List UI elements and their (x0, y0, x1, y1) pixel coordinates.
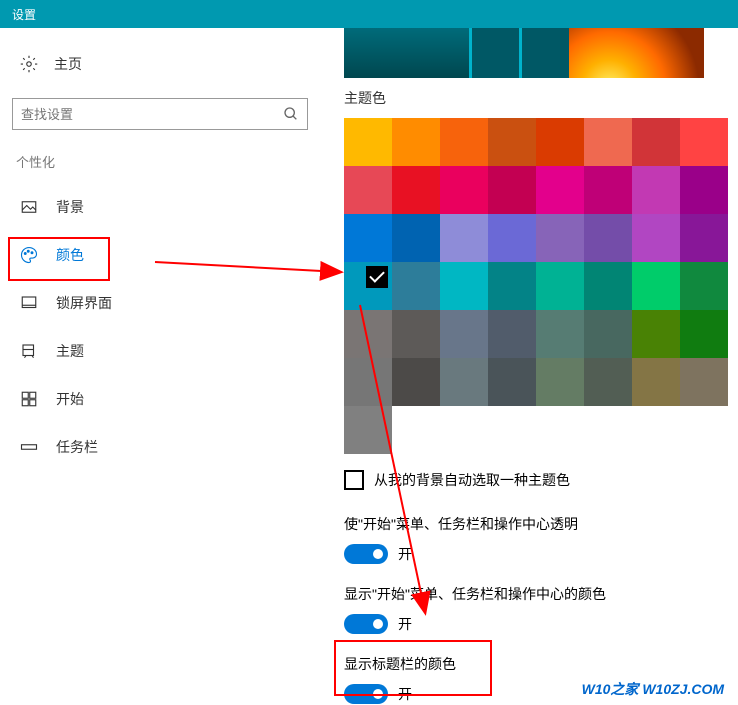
picture-icon (20, 198, 38, 216)
color-swatch[interactable] (632, 262, 680, 310)
nav-label: 开始 (56, 389, 84, 409)
color-swatch[interactable] (344, 310, 392, 358)
toggle-state: 开 (398, 684, 412, 704)
color-swatch[interactable] (488, 310, 536, 358)
theme-icon (20, 342, 38, 360)
search-field[interactable] (21, 107, 283, 122)
sidebar-item-start[interactable]: 开始 (10, 375, 310, 423)
sidebar: 主页 个性化 背景 颜色 锁屏界面 主题 开始 任务 (0, 28, 320, 705)
home-label: 主页 (54, 54, 82, 74)
start-icon (20, 390, 38, 408)
color-swatch[interactable] (536, 310, 584, 358)
accent-color-label: 主题色 (344, 88, 738, 108)
gear-icon (20, 55, 38, 73)
search-input[interactable] (12, 98, 308, 130)
color-swatch[interactable] (488, 262, 536, 310)
toggle-label: 显示标题栏的颜色 (344, 654, 738, 674)
color-swatch[interactable] (680, 214, 728, 262)
sidebar-item-background[interactable]: 背景 (10, 183, 310, 231)
watermark: W10之家 W10ZJ.COM (582, 679, 724, 699)
color-swatch[interactable] (584, 166, 632, 214)
color-swatch[interactable] (440, 310, 488, 358)
color-swatch[interactable] (392, 166, 440, 214)
color-swatch[interactable] (392, 262, 440, 310)
sidebar-item-themes[interactable]: 主题 (10, 327, 310, 375)
color-swatch[interactable] (536, 214, 584, 262)
taskbar-icon (20, 438, 38, 456)
color-swatch[interactable] (584, 118, 632, 166)
toggle-label: 使"开始"菜单、任务栏和操作中心透明 (344, 514, 738, 534)
sidebar-item-colors[interactable]: 颜色 (10, 231, 310, 279)
color-swatch[interactable] (488, 358, 536, 406)
color-swatch[interactable] (584, 214, 632, 262)
color-swatch[interactable] (440, 262, 488, 310)
category-label: 个性化 (10, 152, 310, 183)
main-panel: 主题色 从我的背景自动选取一种主题色 使"开始"菜单、任务栏和操作中心透明 开 … (320, 28, 738, 705)
palette-icon (20, 246, 38, 264)
color-swatch[interactable] (536, 262, 584, 310)
color-swatch[interactable] (584, 310, 632, 358)
color-swatch[interactable] (632, 310, 680, 358)
nav-label: 任务栏 (56, 437, 98, 457)
color-swatch[interactable] (632, 214, 680, 262)
toggle-state: 开 (398, 544, 412, 564)
color-swatch[interactable] (584, 358, 632, 406)
color-swatch[interactable] (344, 262, 392, 310)
color-swatch[interactable] (392, 310, 440, 358)
toggle-switch[interactable] (344, 614, 388, 634)
color-swatch[interactable] (488, 166, 536, 214)
search-icon (283, 106, 299, 122)
window-title: 设置 (12, 6, 36, 23)
checkbox-icon (344, 470, 364, 490)
color-swatch[interactable] (344, 358, 392, 406)
nav-label: 锁屏界面 (56, 293, 112, 313)
color-preview (344, 28, 704, 78)
color-swatch[interactable] (392, 358, 440, 406)
color-swatch[interactable] (632, 118, 680, 166)
color-swatch[interactable] (344, 214, 392, 262)
color-swatch[interactable] (680, 358, 728, 406)
nav-label: 背景 (56, 197, 84, 217)
toggle-label: 显示"开始"菜单、任务栏和操作中心的颜色 (344, 584, 738, 604)
toggle-switch[interactable] (344, 544, 388, 564)
home-button[interactable]: 主页 (10, 48, 310, 80)
color-swatch[interactable] (536, 118, 584, 166)
color-swatch[interactable] (632, 166, 680, 214)
color-swatch[interactable] (488, 118, 536, 166)
color-swatch[interactable] (392, 214, 440, 262)
color-swatch[interactable] (536, 358, 584, 406)
toggle-show-accent: 显示"开始"菜单、任务栏和操作中心的颜色 开 (344, 584, 738, 634)
color-swatch[interactable] (680, 118, 728, 166)
sidebar-item-taskbar[interactable]: 任务栏 (10, 423, 310, 471)
color-swatch[interactable] (344, 406, 392, 454)
toggle-state: 开 (398, 614, 412, 634)
color-swatch[interactable] (440, 118, 488, 166)
color-swatch[interactable] (632, 358, 680, 406)
color-swatch[interactable] (488, 214, 536, 262)
color-swatch[interactable] (536, 166, 584, 214)
sidebar-item-lockscreen[interactable]: 锁屏界面 (10, 279, 310, 327)
color-swatch[interactable] (680, 166, 728, 214)
nav-label: 颜色 (56, 245, 84, 265)
auto-pick-label: 从我的背景自动选取一种主题色 (374, 470, 570, 490)
color-swatch[interactable] (680, 262, 728, 310)
nav-label: 主题 (56, 341, 84, 361)
color-swatch[interactable] (440, 358, 488, 406)
auto-pick-checkbox[interactable]: 从我的背景自动选取一种主题色 (344, 470, 738, 490)
toggle-transparency: 使"开始"菜单、任务栏和操作中心透明 开 (344, 514, 738, 564)
color-swatch[interactable] (344, 166, 392, 214)
titlebar: 设置 (0, 0, 738, 28)
color-swatch[interactable] (344, 118, 392, 166)
toggle-switch[interactable] (344, 684, 388, 704)
color-swatch[interactable] (392, 118, 440, 166)
color-swatch[interactable] (680, 310, 728, 358)
color-swatch[interactable] (440, 214, 488, 262)
color-swatch[interactable] (584, 262, 632, 310)
color-swatches (344, 118, 728, 454)
lockscreen-icon (20, 294, 38, 312)
color-swatch[interactable] (440, 166, 488, 214)
